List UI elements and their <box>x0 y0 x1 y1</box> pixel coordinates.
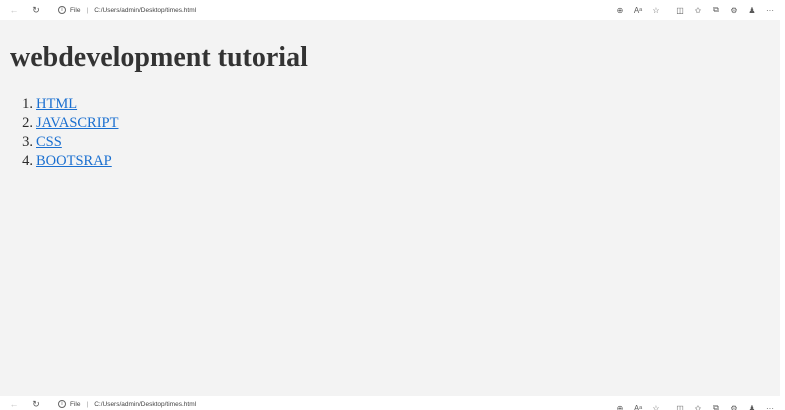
list-number: 2. <box>22 115 33 131</box>
link-javascript[interactable]: JAVASCRIPT <box>36 114 118 133</box>
list-item: 2. JAVASCRIPT <box>19 114 118 133</box>
reload-icon[interactable]: ↻ <box>28 2 44 18</box>
tutorial-link-list: 1. HTML 2. JAVASCRIPT 3. CSS 4. BOOTSRAP <box>19 95 118 171</box>
reload-icon[interactable]: ↻ <box>28 398 44 410</box>
zoom-icon[interactable]: ⊕ <box>611 0 629 20</box>
info-icon[interactable]: i <box>58 6 66 14</box>
list-item: 1. HTML <box>19 95 118 114</box>
zoom-icon[interactable]: ⊕ <box>611 398 629 410</box>
info-icon[interactable]: i <box>58 400 66 408</box>
address-bar[interactable]: i File | C:/Users/admin/Desktop/times.ht… <box>52 3 202 17</box>
collections-icon[interactable]: ⧉ <box>707 398 725 410</box>
list-number: 3. <box>22 134 33 150</box>
list-number: 1. <box>22 96 33 112</box>
list-number: 4. <box>22 153 33 169</box>
favorite-star-icon[interactable]: ☆ <box>647 398 665 410</box>
browser-toolbar-duplicate: ← ↻ i File | C:/Users/admin/Desktop/time… <box>0 398 785 410</box>
profile-icon[interactable]: ♟ <box>743 0 761 20</box>
more-menu-icon[interactable]: ··· <box>761 398 779 410</box>
address-separator: | <box>86 400 89 408</box>
back-arrow-icon[interactable]: ← <box>6 2 22 18</box>
back-arrow-icon[interactable]: ← <box>6 398 22 410</box>
page-heading: webdevelopment tutorial <box>10 42 308 73</box>
favorites-icon[interactable]: ✩ <box>689 398 707 410</box>
favorites-icon[interactable]: ✩ <box>689 0 707 20</box>
extensions-icon[interactable]: ⚙ <box>725 398 743 410</box>
favorite-star-icon[interactable]: ☆ <box>647 0 665 20</box>
profile-icon[interactable]: ♟ <box>743 398 761 410</box>
extensions-icon[interactable]: ⚙ <box>725 0 743 20</box>
browser-toolbar: ← ↻ i File | C:/Users/admin/Desktop/time… <box>0 0 785 20</box>
link-bootstrap[interactable]: BOOTSRAP <box>36 152 112 171</box>
url-text[interactable]: C:/Users/admin/Desktop/times.html <box>94 7 196 14</box>
scheme-label: File <box>70 400 81 408</box>
page-content: webdevelopment tutorial 1. HTML 2. JAVAS… <box>0 20 780 396</box>
address-bar[interactable]: i File | C:/Users/admin/Desktop/times.ht… <box>52 398 202 410</box>
more-menu-icon[interactable]: ··· <box>761 0 779 20</box>
split-screen-icon[interactable]: ◫ <box>671 0 689 20</box>
read-aloud-icon[interactable]: Aᵃ <box>629 398 647 410</box>
read-aloud-icon[interactable]: Aᵃ <box>629 0 647 20</box>
scheme-label: File <box>70 6 81 14</box>
link-html[interactable]: HTML <box>36 95 77 114</box>
link-css[interactable]: CSS <box>36 133 62 152</box>
collections-icon[interactable]: ⧉ <box>707 0 725 20</box>
toolbar-right-icons: ⊕ Aᵃ ☆ ◫ ✩ ⧉ ⚙ ♟ ··· <box>611 398 779 410</box>
scrollbar-track[interactable] <box>780 20 785 396</box>
toolbar-right-icons: ⊕ Aᵃ ☆ ◫ ✩ ⧉ ⚙ ♟ ··· <box>611 0 779 20</box>
split-screen-icon[interactable]: ◫ <box>671 398 689 410</box>
address-separator: | <box>86 6 89 14</box>
url-text[interactable]: C:/Users/admin/Desktop/times.html <box>94 401 196 408</box>
list-item: 4. BOOTSRAP <box>19 152 118 171</box>
list-item: 3. CSS <box>19 133 118 152</box>
